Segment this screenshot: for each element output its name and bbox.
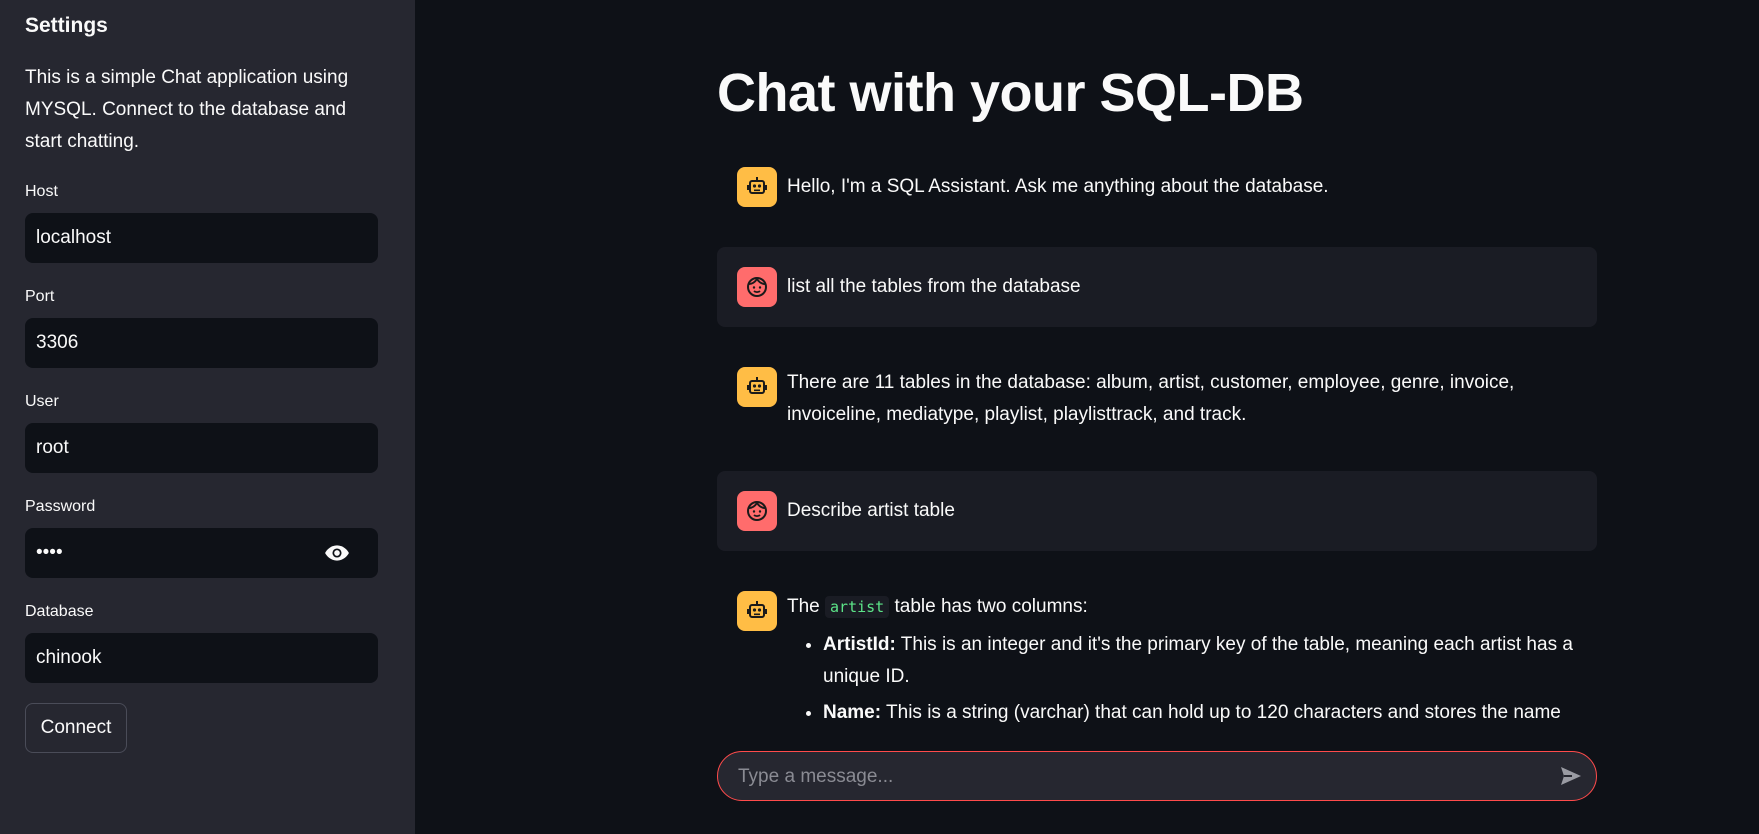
port-label: Port bbox=[25, 288, 55, 305]
chat-message-user: Describe artist table bbox=[717, 471, 1597, 551]
list-item-desc: This is an integer and it's the primary … bbox=[823, 634, 1573, 687]
chat-message-assistant: There are 11 tables in the database: alb… bbox=[717, 347, 1597, 457]
list-item-desc: This is a string (varchar) that can hold… bbox=[886, 702, 1561, 723]
sidebar-title: Settings bbox=[25, 14, 108, 37]
message-text: Describe artist table bbox=[787, 500, 955, 521]
main-panel: Chat with your SQL-DB Hello, I'm a SQL A… bbox=[415, 0, 1759, 834]
message-text: list all the tables from the database bbox=[787, 276, 1081, 297]
robot-icon bbox=[737, 591, 777, 631]
sidebar: Settings This is a simple Chat applicati… bbox=[0, 0, 415, 834]
robot-icon bbox=[737, 167, 777, 207]
chat-message-user: list all the tables from the database bbox=[717, 247, 1597, 327]
face-icon bbox=[737, 267, 777, 307]
host-input[interactable] bbox=[25, 213, 378, 263]
message-text-post: table has two columns: bbox=[894, 596, 1088, 617]
column-list: ArtistId: This is an integer and it's th… bbox=[787, 629, 1577, 730]
face-icon bbox=[737, 491, 777, 531]
message-text: There are 11 tables in the database: alb… bbox=[787, 372, 1515, 425]
robot-icon bbox=[737, 367, 777, 407]
inline-code: artist bbox=[825, 596, 890, 618]
list-item: ArtistId: This is an integer and it's th… bbox=[823, 629, 1577, 693]
connect-button[interactable]: Connect bbox=[25, 703, 127, 753]
message-text-pre: The bbox=[787, 596, 820, 617]
message-text: The artist table has two columns: Artist… bbox=[787, 591, 1577, 730]
send-icon[interactable] bbox=[1558, 764, 1584, 788]
password-value: •••• bbox=[36, 542, 63, 563]
user-input[interactable] bbox=[25, 423, 378, 473]
database-input[interactable] bbox=[25, 633, 378, 683]
user-label: User bbox=[25, 393, 59, 410]
message-text: Hello, I'm a SQL Assistant. Ask me anyth… bbox=[787, 176, 1329, 197]
sidebar-description: This is a simple Chat application using … bbox=[25, 67, 349, 152]
list-item-term: ArtistId: bbox=[823, 634, 896, 655]
password-label: Password bbox=[25, 498, 96, 515]
list-item-term: Name: bbox=[823, 702, 882, 723]
chat-message-assistant: Hello, I'm a SQL Assistant. Ask me anyth… bbox=[717, 147, 1597, 227]
password-input[interactable]: •••• bbox=[25, 528, 378, 578]
eye-icon[interactable] bbox=[324, 542, 350, 564]
list-item: Name: This is a string (varchar) that ca… bbox=[823, 697, 1577, 730]
page-title: Chat with your SQL-DB bbox=[717, 63, 1304, 123]
chat-divider bbox=[717, 730, 1597, 750]
database-label: Database bbox=[25, 603, 94, 620]
host-label: Host bbox=[25, 183, 58, 200]
chat-input[interactable] bbox=[736, 752, 1520, 802]
chat-input-container bbox=[717, 751, 1597, 802]
chat-message-assistant: The artist table has two columns: Artist… bbox=[717, 571, 1597, 730]
port-input[interactable] bbox=[25, 318, 378, 368]
app-root: Settings This is a simple Chat applicati… bbox=[0, 0, 1759, 834]
